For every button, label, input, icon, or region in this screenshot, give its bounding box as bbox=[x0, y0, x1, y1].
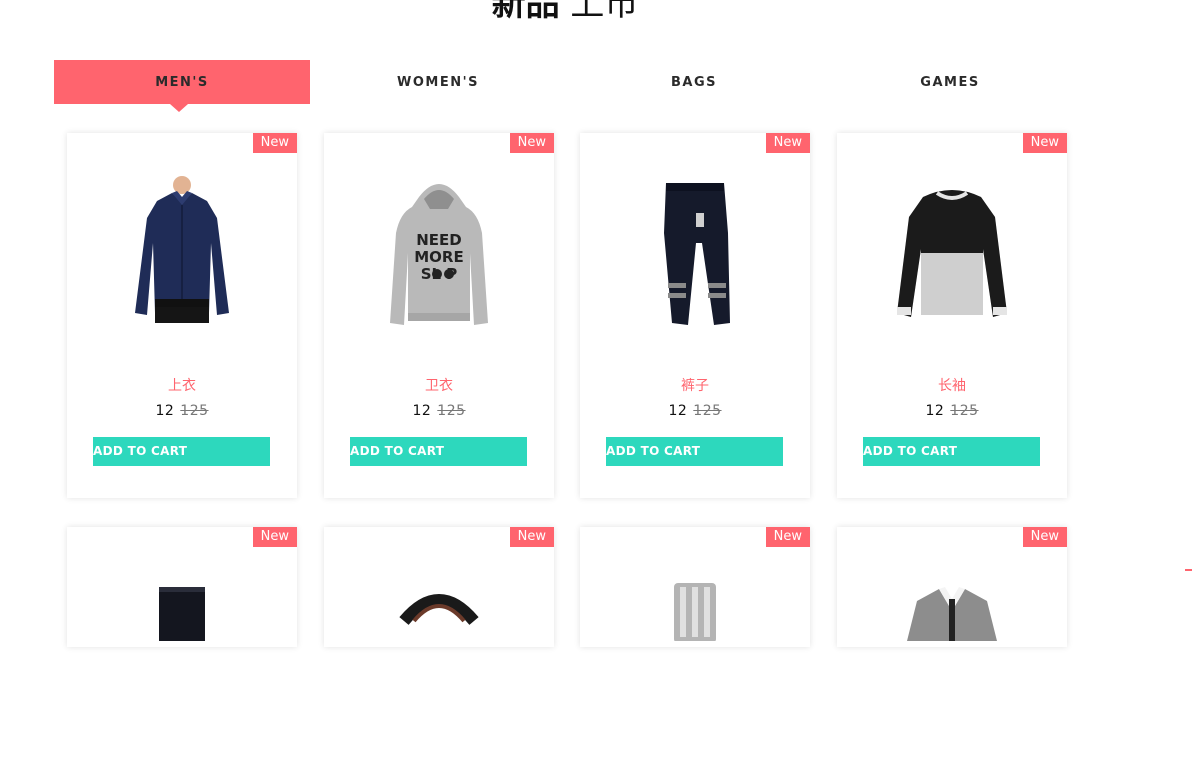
new-badge: New bbox=[252, 133, 297, 153]
product-image[interactable]: NEED MORE SL P bbox=[324, 173, 554, 353]
tab-womens[interactable]: WOMEN'S bbox=[310, 60, 566, 104]
new-badge: New bbox=[252, 527, 297, 547]
old-price: 125 bbox=[693, 403, 722, 419]
current-price: 12 bbox=[668, 403, 688, 419]
grey-hoodie-icon: NEED MORE SL P bbox=[390, 184, 488, 325]
product-card[interactable]: New bbox=[580, 527, 810, 647]
product-name[interactable]: 卫衣 bbox=[324, 375, 554, 395]
tab-bags[interactable]: BAGS bbox=[566, 60, 822, 104]
leather-belt-icon bbox=[399, 594, 479, 625]
add-to-cart-button[interactable]: ADD TO CART bbox=[606, 437, 783, 466]
product-price: 12 125 bbox=[324, 403, 554, 419]
product-name[interactable]: 裤子 bbox=[580, 375, 810, 395]
tab-mens[interactable]: MEN'S bbox=[54, 60, 310, 112]
product-image[interactable] bbox=[837, 581, 1067, 761]
track-pants-icon bbox=[664, 183, 730, 325]
jeans-icon bbox=[159, 587, 205, 641]
new-badge: New bbox=[509, 133, 554, 153]
add-to-cart-button[interactable]: ADD TO CART bbox=[350, 437, 527, 466]
product-price: 12 125 bbox=[580, 403, 810, 419]
product-price: 12 125 bbox=[837, 403, 1067, 419]
product-image[interactable] bbox=[324, 581, 554, 761]
new-badge: New bbox=[1022, 133, 1067, 153]
product-card[interactable]: New 裤子 12 125 ADD TO CART bbox=[580, 133, 810, 498]
product-name[interactable]: 长袖 bbox=[837, 375, 1067, 395]
navy-dress-shirt-icon bbox=[135, 176, 229, 323]
section-title-light: 上市 bbox=[570, 0, 639, 24]
svg-text:MORE: MORE bbox=[414, 248, 463, 266]
tab-games[interactable]: GAMES bbox=[822, 60, 1078, 104]
product-name[interactable]: 上衣 bbox=[67, 375, 297, 395]
product-image[interactable] bbox=[580, 173, 810, 353]
current-price: 12 bbox=[155, 403, 175, 419]
section-title: 新品 上市 bbox=[0, 0, 1130, 30]
product-price: 12 125 bbox=[67, 403, 297, 419]
product-image[interactable] bbox=[67, 581, 297, 761]
product-card[interactable]: New 上衣 12 125 ADD TO CART bbox=[67, 133, 297, 498]
product-image[interactable] bbox=[580, 581, 810, 761]
steel-watch-icon bbox=[674, 583, 716, 641]
add-to-cart-button[interactable]: ADD TO CART bbox=[93, 437, 270, 466]
product-card[interactable]: New bbox=[67, 527, 297, 647]
new-badge: New bbox=[765, 133, 810, 153]
new-badge: New bbox=[1022, 527, 1067, 547]
add-to-cart-button[interactable]: ADD TO CART bbox=[863, 437, 1040, 466]
raglan-long-sleeve-icon bbox=[897, 190, 1007, 317]
product-image[interactable] bbox=[837, 173, 1067, 353]
svg-text:NEED: NEED bbox=[416, 231, 462, 249]
current-price: 12 bbox=[412, 403, 432, 419]
category-tabs: MEN'S WOMEN'S BAGS GAMES bbox=[54, 60, 1078, 112]
grey-blazer-icon bbox=[907, 587, 997, 641]
product-card[interactable]: New bbox=[324, 527, 554, 647]
old-price: 125 bbox=[950, 403, 979, 419]
new-badge: New bbox=[765, 527, 810, 547]
new-badge: New bbox=[509, 527, 554, 547]
product-card[interactable]: New bbox=[837, 527, 1067, 647]
product-card[interactable]: New 长袖 12 125 ADD TO CART bbox=[837, 133, 1067, 498]
section-title-bold: 新品 bbox=[491, 0, 560, 24]
product-image[interactable] bbox=[67, 173, 297, 353]
scroll-edge-marker bbox=[1185, 569, 1192, 571]
current-price: 12 bbox=[925, 403, 945, 419]
old-price: 125 bbox=[437, 403, 466, 419]
product-card[interactable]: New NEED MORE SL P 卫衣 12 125 ADD TO CART bbox=[324, 133, 554, 498]
old-price: 125 bbox=[180, 403, 209, 419]
